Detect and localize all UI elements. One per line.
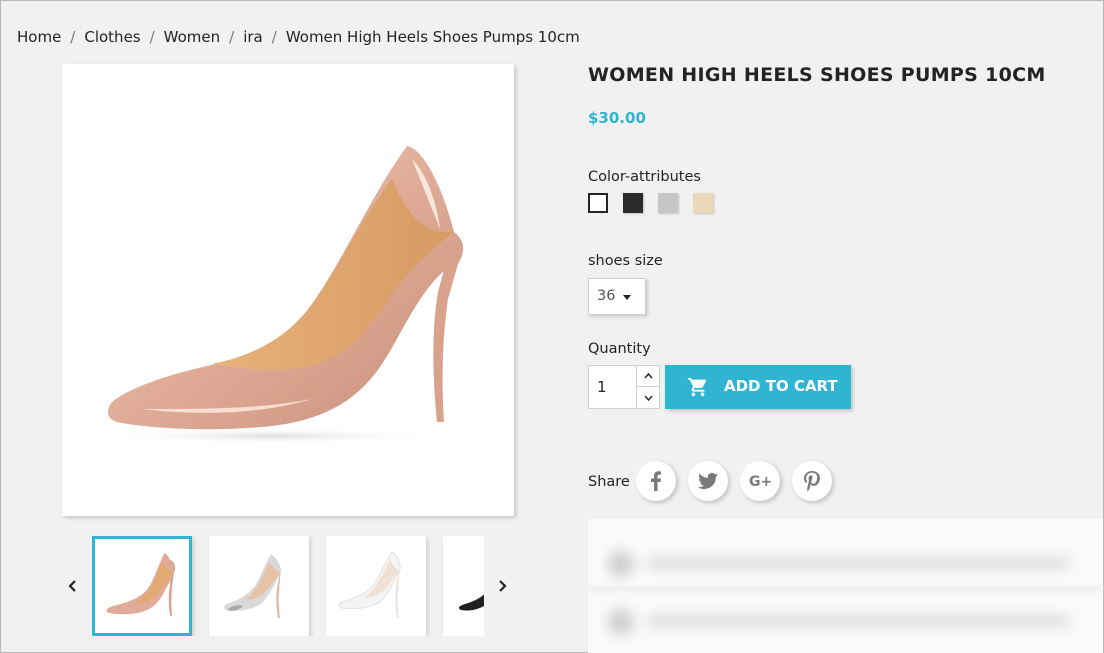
pinterest-icon — [803, 471, 820, 492]
color-swatch-white[interactable] — [588, 193, 608, 213]
facebook-icon — [651, 471, 661, 491]
google-plus-icon: G+ — [749, 474, 772, 490]
shoes-size-value: 36 — [597, 288, 616, 304]
quantity-input[interactable] — [589, 366, 636, 408]
svg-text:G+: G+ — [749, 474, 772, 490]
thumbnail-prev-button[interactable] — [65, 574, 81, 598]
add-to-cart-button[interactable]: ADD TO CART — [665, 365, 851, 409]
nude-pump-thumb-image — [106, 553, 176, 617]
blurred-reassurance-block — [588, 519, 1103, 653]
color-attributes-label: Color-attributes — [588, 169, 701, 185]
share-label: Share — [588, 474, 630, 490]
breadcrumb-separator: / — [70, 28, 76, 46]
color-swatch-black[interactable] — [623, 193, 643, 213]
product-title: WOMEN HIGH HEELS SHOES PUMPS 10CM — [588, 64, 1046, 86]
caret-down-icon — [623, 295, 631, 300]
breadcrumb-separator: / — [149, 28, 155, 46]
thumbnail-nude-pump[interactable] — [92, 536, 192, 636]
product-main-image[interactable] — [62, 64, 514, 516]
color-swatch-beige[interactable] — [693, 193, 713, 213]
chevron-down-icon — [644, 395, 653, 402]
chevron-right-icon — [499, 580, 507, 592]
thumbnail-black-pump[interactable] — [443, 536, 484, 636]
breadcrumb-separator: / — [229, 28, 235, 46]
quantity-buttons — [636, 366, 660, 408]
silver-pump-thumb-image — [224, 554, 281, 618]
white-pump-thumb-image — [338, 551, 401, 618]
share-facebook-button[interactable] — [636, 461, 676, 501]
blurred-divider — [588, 587, 1103, 591]
quantity-increase-button[interactable] — [637, 366, 660, 387]
quantity-stepper — [588, 365, 660, 409]
breadcrumb-home[interactable]: Home — [17, 28, 61, 46]
breadcrumb-current: Women High Heels Shoes Pumps 10cm — [285, 28, 580, 46]
add-to-cart-label: ADD TO CART — [724, 377, 838, 395]
nude-pump-shoe-image — [102, 146, 464, 444]
share-twitter-button[interactable] — [688, 461, 728, 501]
thumbnail-white-pump[interactable] — [326, 536, 426, 636]
cart-icon — [687, 377, 707, 397]
chevron-left-icon — [68, 580, 76, 592]
breadcrumb-clothes[interactable]: Clothes — [84, 28, 140, 46]
black-pump-thumb-image — [458, 594, 484, 611]
blurred-row — [598, 549, 1078, 579]
blurred-row — [598, 607, 1078, 637]
twitter-icon — [697, 472, 718, 489]
breadcrumb: Home / Clothes / Women / ira / Women High Heels … — [17, 28, 580, 46]
breadcrumb-women[interactable]: Women — [164, 28, 220, 46]
color-swatch-grey[interactable] — [658, 193, 678, 213]
quantity-label: Quantity — [588, 341, 651, 357]
shoes-size-label: shoes size — [588, 253, 663, 269]
breadcrumb-separator: / — [271, 28, 277, 46]
shoes-size-select[interactable]: 36 — [588, 278, 646, 315]
share-google-plus-button[interactable]: G+ — [740, 461, 780, 501]
thumbnail-next-button[interactable] — [494, 574, 510, 598]
quantity-decrease-button[interactable] — [637, 387, 660, 408]
chevron-up-icon — [644, 372, 653, 379]
product-price: $30.00 — [588, 109, 646, 127]
breadcrumb-ira[interactable]: ira — [243, 28, 263, 46]
share-pinterest-button[interactable] — [792, 461, 832, 501]
thumbnail-silver-pump[interactable] — [209, 536, 309, 636]
thumbnail-strip — [92, 536, 484, 636]
